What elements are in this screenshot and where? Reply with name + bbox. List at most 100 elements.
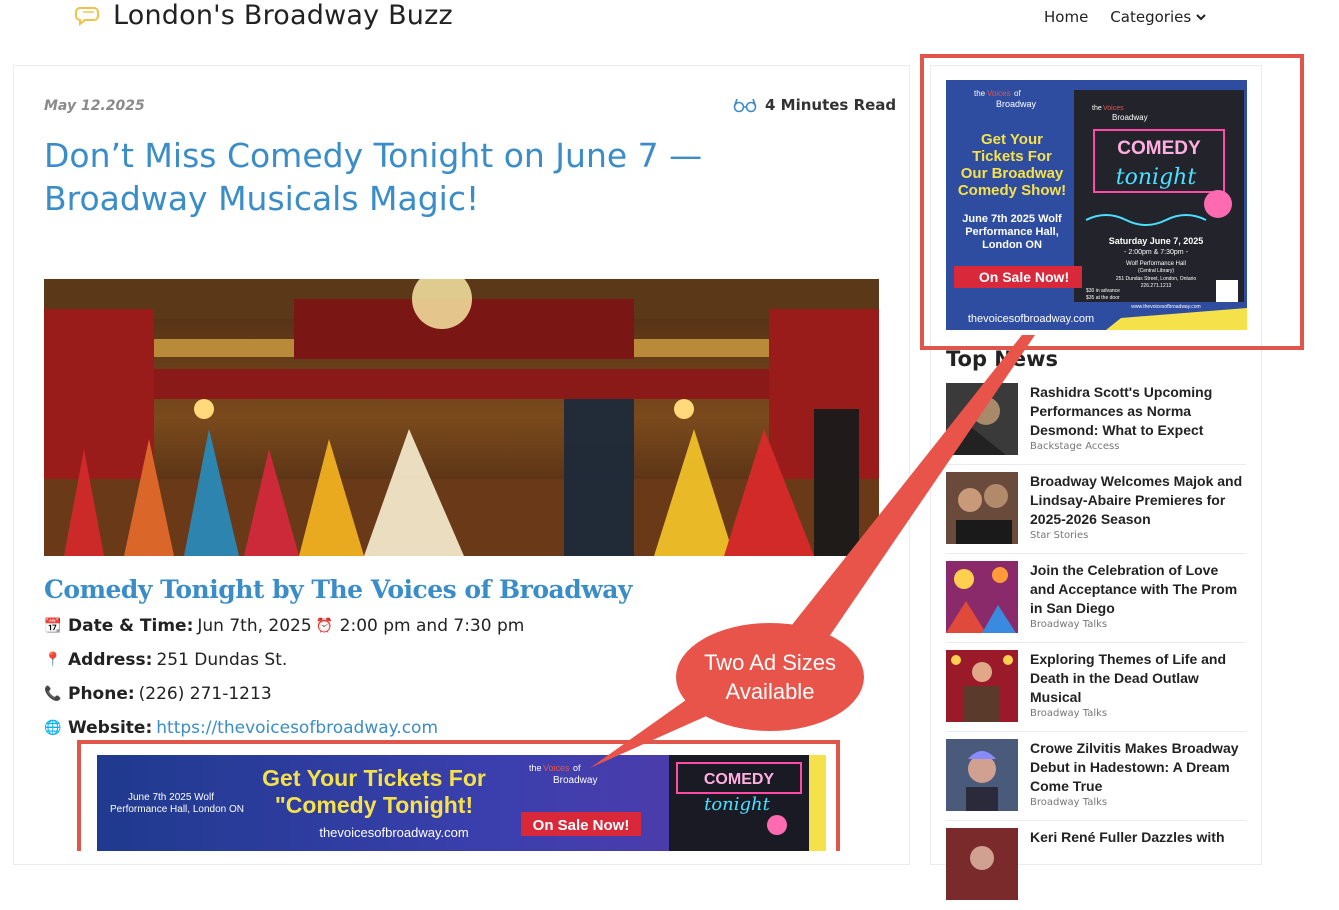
news-title[interactable]: Crowe Zilvitis Makes Broadway Debut in H… [1030,739,1246,796]
banner-brand-3: of [573,763,581,773]
banner-brand-4: Broadway [553,775,597,786]
news-title[interactable]: Keri René Fuller Dazzles with [1030,828,1246,847]
news-thumbnail [946,561,1018,633]
news-item[interactable]: Keri René Fuller Dazzles with [946,828,1246,910]
phone-icon: 📞 [44,686,62,702]
sq-date-3: London ON [982,239,1042,251]
phone-label: Phone: [68,684,135,704]
sq-poster-times: - 2:00pm & 7:30pm - [1124,249,1188,256]
website-label: Website: [68,718,153,738]
news-thumbnail [946,383,1018,455]
square-ad[interactable]: the Voices of Broadway Get Your Tickets … [946,80,1247,330]
sq-headline-3: Our Broadway [961,165,1064,182]
news-title[interactable]: Exploring Themes of Life and Death in th… [1030,650,1246,707]
sq-headline-2: Tickets For [972,148,1052,165]
calendar-icon: 📆 [44,618,62,634]
sq-brand-3: of [1014,89,1021,98]
sq-url: thevoicesofbroadway.com [968,313,1094,325]
callout-line-1: Two Ad Sizes [703,650,837,675]
sq-poster-venue-sub: (Central Library) [1138,268,1174,274]
sq-sign-1: COMEDY [1117,138,1201,159]
sq-headline-4: Comedy Show! [958,182,1066,199]
nav-categories[interactable]: Categories [1110,8,1206,26]
read-time-label: 4 Minutes Read [765,96,897,114]
news-item[interactable]: Join the Celebration of Love and Accepta… [946,561,1246,643]
sq-poster-date: Saturday June 7, 2025 [1109,236,1204,246]
pin-icon: 📍 [44,652,62,668]
website-row: 🌐 Website: https://thevoicesofbroadway.c… [44,718,438,738]
sq-headline-1: Get Your [981,131,1043,148]
datetime-label: Date & Time: [68,616,194,636]
banner-date-line-2: Performance Hall, London ON [110,804,244,815]
news-title[interactable]: Rashidra Scott's Upcoming Performances a… [1030,383,1246,440]
news-thumbnail [946,828,1018,900]
phone-row: 📞 Phone: (226) 271-1213 [44,684,272,704]
glasses-icon [733,98,757,113]
news-title[interactable]: Broadway Welcomes Majok and Lindsay-Abai… [1030,472,1246,529]
sq-date-1: June 7th 2025 Wolf [962,213,1062,225]
hero-image [44,279,879,556]
sq-poster-addr: 251 Dundas Street, London, Ontario [1116,276,1197,282]
sq-poster-brand-1: the [1092,105,1102,112]
address-value: 251 Dundas St. [156,650,288,670]
banner-mask [767,815,787,835]
news-item[interactable]: Rashidra Scott's Upcoming Performances a… [946,383,1246,465]
news-item[interactable]: Crowe Zilvitis Makes Broadway Debut in H… [946,739,1246,821]
chat-bubbles-icon [75,7,99,27]
sq-poster-venue: Wolf Performance Hall [1126,261,1186,267]
banner-brand-1: the [529,763,542,773]
sq-brand-2: Voices [987,89,1011,98]
nav-categories-label: Categories [1110,8,1192,26]
sq-poster-phone: 226.271.1213 [1141,283,1172,289]
banner-headline-2: "Comedy Tonight! [275,792,473,818]
news-item[interactable]: Exploring Themes of Life and Death in th… [946,650,1246,732]
sq-cta: On Sale Now! [979,269,1069,285]
site-title[interactable]: London's Broadway Buzz [113,0,453,31]
news-thumbnail [946,650,1018,722]
banner-brand-2: Voices [543,763,570,773]
banner-sign-1: COMEDY [704,771,775,788]
nav-home[interactable]: Home [1044,8,1088,26]
chevron-down-icon [1196,13,1206,20]
site-header: London's Broadway Buzz Home Categories [0,0,1339,40]
datetime-row: 📆 Date & Time: Jun 7th, 2025 ⏰ 2:00 pm a… [44,616,524,636]
address-row: 📍 Address: 251 Dundas St. [44,650,287,670]
read-time: 4 Minutes Read [733,96,896,114]
news-category[interactable]: Broadway Talks [1030,708,1246,719]
banner-headline-1: Get Your Tickets For [262,765,486,791]
news-category[interactable]: Backstage Access [1030,441,1246,452]
callout-text: Two Ad Sizes Available [676,648,864,706]
sq-poster-url: www.thevoicesofbroadway.com [1131,304,1200,310]
sq-brand-1: the [974,89,986,98]
website-link[interactable]: https://thevoicesofbroadway.com [156,718,438,738]
datetime-times: 2:00 pm and 7:30 pm [339,616,525,636]
sq-qr-code [1216,280,1238,302]
news-category[interactable]: Broadway Talks [1030,797,1246,808]
sq-poster-brand-2: Voices [1103,105,1124,112]
datetime-value: Jun 7th, 2025 [197,616,312,636]
news-title[interactable]: Join the Celebration of Love and Accepta… [1030,561,1246,618]
news-category[interactable]: Broadway Talks [1030,619,1246,630]
sq-brand-4: Broadway [996,99,1037,109]
sq-poster-price-1: $30 in advance [1086,288,1120,294]
banner-cta: On Sale Now! [533,817,630,834]
sq-poster-brand-4: Broadway [1112,113,1148,122]
banner-url: thevoicesofbroadway.com [319,825,468,840]
alarm-clock-icon: ⏰ [315,618,334,634]
sq-sign-2: tonight [1116,165,1197,190]
news-thumbnail [946,472,1018,544]
banner-ad[interactable]: June 7th 2025 Wolf Performance Hall, Lon… [97,755,826,851]
address-label: Address: [68,650,153,670]
top-news-heading: Top News [946,347,1059,371]
news-thumbnail [946,739,1018,811]
banner-date-line: June 7th 2025 Wolf [128,792,214,803]
phone-value: (226) 271-1213 [138,684,272,704]
globe-icon: 🌐 [44,720,62,736]
banner-yellow-stripe [809,755,826,851]
article-subtitle: Comedy Tonight by The Voices of Broadway [44,575,632,604]
banner-sign-2: tonight [704,794,771,815]
main-nav: Home Categories [1044,8,1206,26]
news-item[interactable]: Broadway Welcomes Majok and Lindsay-Abai… [946,472,1246,554]
news-category[interactable]: Star Stories [1030,530,1246,541]
article-date: May 12.2025 [44,98,145,114]
